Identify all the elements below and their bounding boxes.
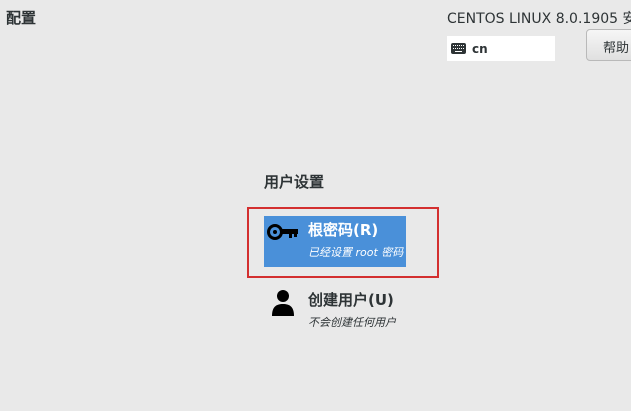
create-user-status: 不会创建任何用户 [308,316,396,329]
root-password-status: 已经设置 root 密码 [308,246,404,259]
root-password-label: 根密码(R) [308,221,379,239]
create-user-label: 创建用户(U) [308,291,394,309]
help-button[interactable]: 帮助！ [586,29,631,61]
keyboard-icon [451,43,466,54]
key-icon [267,224,298,240]
keyboard-layout-label: cn [472,41,488,56]
page-title: 配置 [6,9,37,27]
create-user-spoke[interactable]: 创建用户(U) 不会创建任何用户 [264,285,424,331]
user-settings-heading: 用户设置 [264,173,325,191]
user-icon [272,290,294,316]
keyboard-layout-indicator[interactable]: cn [447,36,555,61]
root-password-spoke[interactable]: 根密码(R) 已经设置 root 密码 [264,216,406,267]
product-title: CENTOS LINUX 8.0.1905 安装 [447,11,631,27]
